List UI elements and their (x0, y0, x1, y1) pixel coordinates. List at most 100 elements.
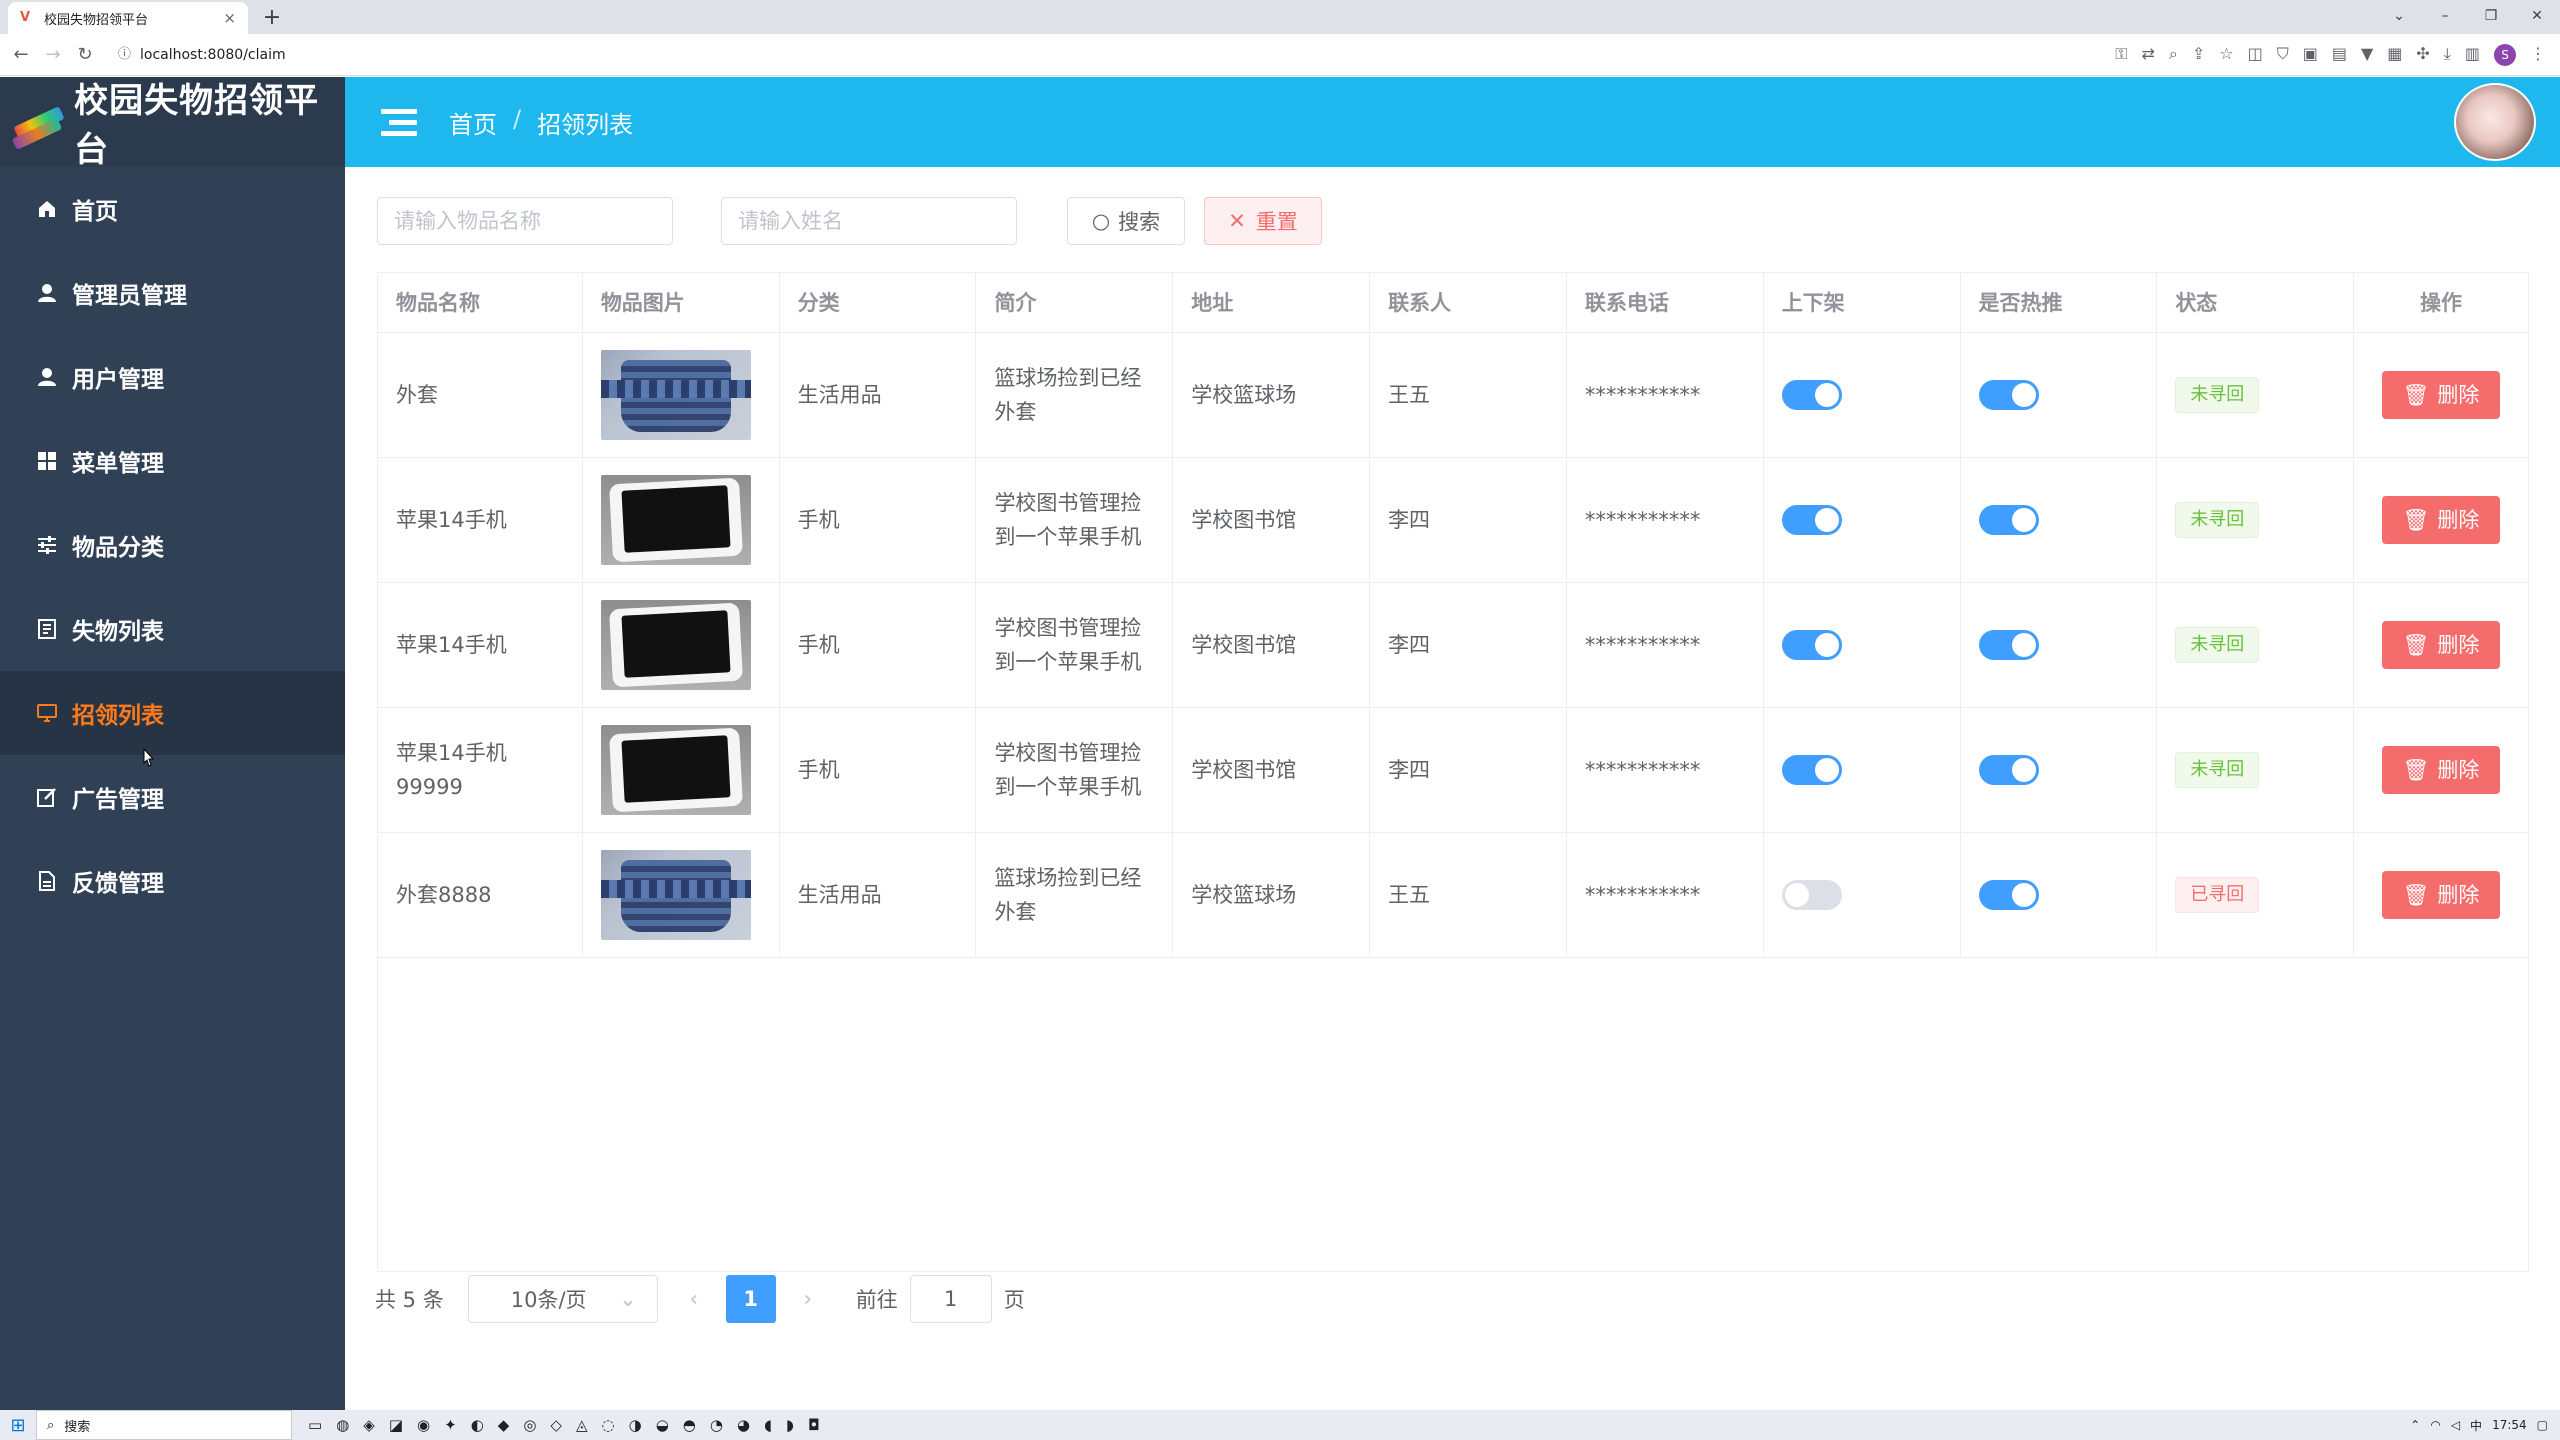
breadcrumb-home[interactable]: 首页 (449, 105, 497, 140)
app-icon[interactable]: ◔ (710, 1416, 723, 1434)
page-size-select[interactable]: 10条/页 ⌄ (467, 1275, 658, 1323)
chevron-up-icon[interactable]: ⌃ (2410, 1418, 2420, 1432)
listed-toggle[interactable] (1781, 380, 1842, 410)
sidebar-item-2[interactable]: 用户管理 (0, 335, 345, 419)
browser-tab[interactable]: V 校园失物招领平台 × (8, 2, 248, 34)
item-thumbnail[interactable] (600, 600, 751, 690)
item-thumbnail[interactable] (600, 850, 751, 940)
hot-toggle[interactable] (1978, 880, 2039, 910)
app-icon[interactable]: ◈ (363, 1416, 375, 1434)
app-icon[interactable]: ◒ (656, 1416, 669, 1434)
forward-icon[interactable]: → (40, 42, 66, 68)
translate-icon[interactable]: ▦ (2387, 44, 2402, 66)
download-icon[interactable]: ⤓ (2444, 44, 2451, 66)
prev-page-button[interactable]: ‹ (676, 1275, 712, 1323)
extension-icon[interactable]: ▤ (2332, 44, 2347, 66)
app-icon[interactable]: ◍ (336, 1416, 349, 1434)
firefox-icon[interactable]: ◐ (471, 1416, 484, 1434)
hot-toggle[interactable] (1978, 380, 2039, 410)
new-tab-button[interactable]: + (258, 4, 286, 32)
close-window-button[interactable]: ✕ (2514, 0, 2560, 34)
sidebar-item-6[interactable]: 招领列表 (0, 671, 345, 755)
hot-toggle[interactable] (1978, 630, 2039, 660)
app-icon[interactable]: ✦ (444, 1416, 457, 1434)
sidebar-item-3[interactable]: 菜单管理 (0, 419, 345, 503)
listed-toggle[interactable] (1781, 880, 1842, 910)
sidebar-item-4[interactable]: 物品分类 (0, 503, 345, 587)
search-button[interactable]: ○ 搜索 (1067, 197, 1185, 245)
page-number-1[interactable]: 1 (725, 1275, 776, 1323)
app-icon[interactable]: ◖ (764, 1416, 772, 1434)
back-icon[interactable]: ← (8, 42, 34, 68)
sidepanel-icon[interactable]: ▥ (2465, 44, 2480, 66)
volume-icon[interactable]: ◁ (2451, 1418, 2460, 1432)
puzzle-icon[interactable]: ✣ (2416, 44, 2429, 66)
delete-button[interactable]: 🗑 删除 (2382, 371, 2501, 419)
listed-toggle[interactable] (1781, 505, 1842, 535)
delete-button[interactable]: 🗑 删除 (2382, 496, 2501, 544)
app-icon[interactable]: ◇ (550, 1416, 562, 1434)
file-explorer-icon[interactable]: ▭ (308, 1416, 322, 1434)
item-thumbnail[interactable] (600, 350, 751, 440)
key-icon[interactable]: ⚿ (2115, 44, 2127, 66)
clock[interactable]: 17:54 (2492, 1418, 2527, 1432)
info-icon[interactable]: ⓘ (118, 40, 131, 70)
sidebar-item-0[interactable]: 首页 (0, 167, 345, 251)
goto-page-input[interactable]: 1 (909, 1275, 992, 1323)
vscode-icon[interactable]: ◆ (498, 1416, 510, 1434)
hot-toggle[interactable] (1978, 505, 2039, 535)
windows-start-icon[interactable]: ⊞ (0, 1410, 36, 1440)
vue-devtools-icon[interactable]: ▼ (2361, 44, 2373, 66)
status-badge: 已寻回 (2175, 877, 2260, 913)
app-icon[interactable]: ◕ (737, 1416, 750, 1434)
wechat-icon[interactable]: ◎ (523, 1416, 536, 1434)
item-thumbnail[interactable] (600, 725, 751, 815)
tab-close-icon[interactable]: × (223, 9, 236, 27)
sidebar-item-8[interactable]: 反馈管理 (0, 839, 345, 923)
item-thumbnail[interactable] (600, 475, 751, 565)
reset-button[interactable]: ✕ 重置 (1204, 197, 1322, 245)
delete-button[interactable]: 🗑 删除 (2382, 621, 2501, 669)
next-page-button[interactable]: › (790, 1275, 826, 1323)
app-icon[interactable]: ◌ (602, 1416, 615, 1434)
notification-icon[interactable]: ▢ (2537, 1418, 2548, 1432)
listed-toggle[interactable] (1781, 755, 1842, 785)
chrome-icon[interactable]: ◉ (417, 1416, 430, 1434)
reload-icon[interactable]: ↻ (72, 42, 98, 68)
wifi-icon[interactable]: ◠ (2430, 1418, 2440, 1432)
delete-button[interactable]: 🗑 删除 (2382, 871, 2501, 919)
app-icon[interactable]: ◘ (808, 1416, 820, 1434)
extension-icon[interactable]: ◫ (2248, 44, 2263, 66)
delete-button[interactable]: 🗑 删除 (2382, 746, 2501, 794)
app-icon[interactable]: ◓ (683, 1416, 696, 1434)
sidebar-item-7[interactable]: 广告管理 (0, 755, 345, 839)
person-name-input[interactable]: 请输入姓名 (721, 197, 1017, 245)
shield-icon[interactable]: ⛉ (2277, 44, 2289, 66)
app-icon[interactable]: ◪ (389, 1416, 403, 1434)
minimize-button[interactable]: – (2422, 0, 2468, 34)
listed-toggle[interactable] (1781, 630, 1842, 660)
hamburger-menu-icon[interactable] (381, 109, 417, 137)
star-icon[interactable]: ☆ (2219, 44, 2233, 66)
cell-status: 未寻回 (2157, 708, 2355, 832)
app-icon[interactable]: ◬ (576, 1416, 588, 1434)
ime-indicator[interactable]: 中 (2470, 1417, 2482, 1434)
zoom-icon[interactable]: ⌕ (2169, 44, 2178, 66)
hot-toggle[interactable] (1978, 755, 2039, 785)
maximize-button[interactable]: ❐ (2468, 0, 2514, 34)
user-avatar[interactable] (2454, 83, 2536, 161)
profile-avatar[interactable]: S (2494, 44, 2516, 66)
address-bar[interactable]: ⓘ localhost:8080/claim (106, 40, 2036, 70)
extension-icon[interactable]: ▣ (2303, 44, 2318, 66)
translate-icon[interactable]: ⇄ (2141, 44, 2154, 66)
app-icon[interactable]: ◑ (629, 1416, 642, 1434)
sidebar-item-1[interactable]: 管理员管理 (0, 251, 345, 335)
app-icon[interactable]: ◗ (786, 1416, 794, 1434)
menu-dots-icon[interactable]: ⋮ (2530, 44, 2546, 66)
taskbar-search[interactable]: ⌕ 搜索 (36, 1410, 292, 1440)
sidebar-item-5[interactable]: 失物列表 (0, 587, 345, 671)
cell-intro: 学校图书管理捡到一个苹果手机 (976, 458, 1174, 582)
item-name-input[interactable]: 请输入物品名称 (377, 197, 673, 245)
share-icon[interactable]: ⇪ (2192, 44, 2205, 66)
chevron-down-icon[interactable]: ⌄ (2376, 0, 2422, 34)
